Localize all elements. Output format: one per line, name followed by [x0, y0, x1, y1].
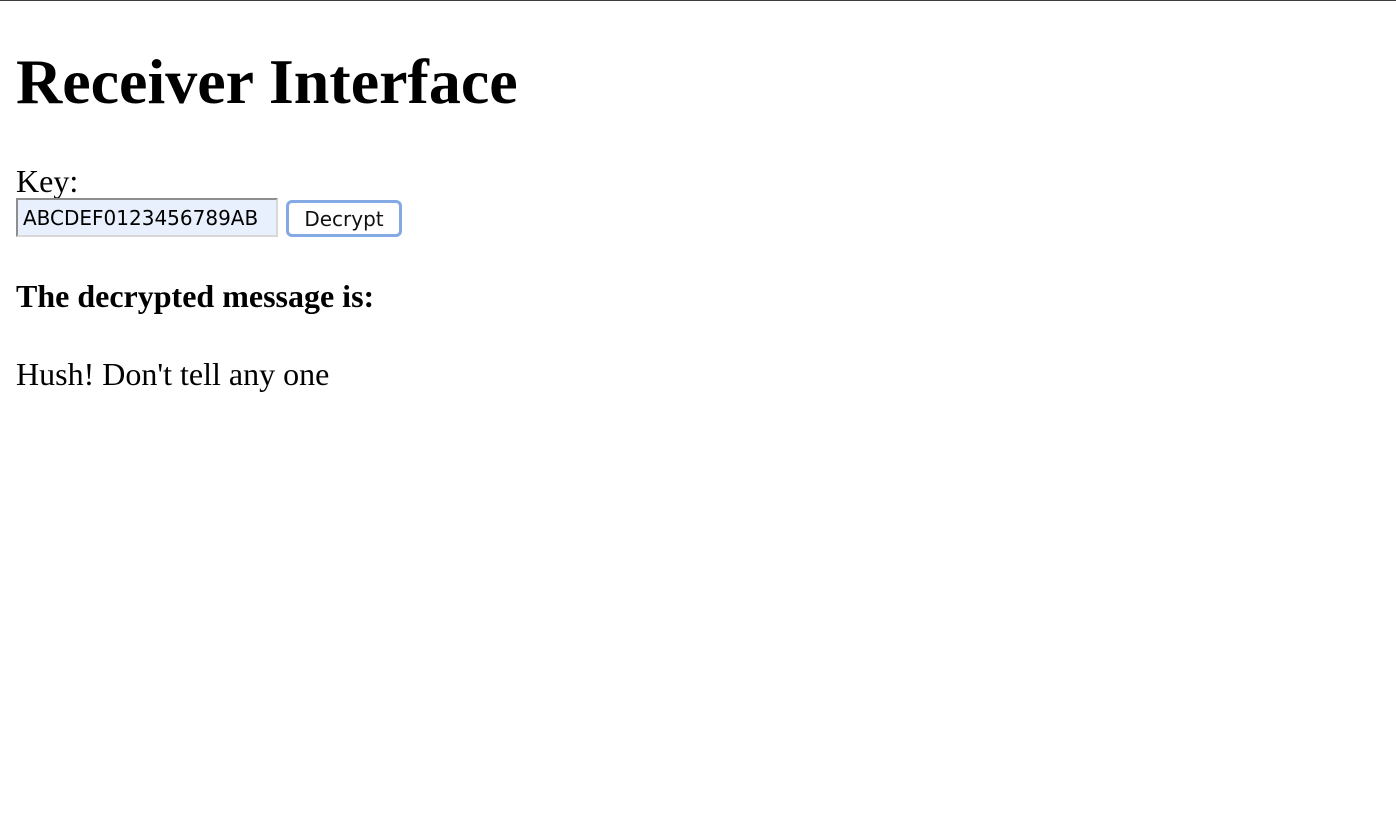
decrypted-message: Hush! Don't tell any one [16, 356, 330, 392]
top-border [0, 0, 1396, 1]
key-label: Key: [16, 163, 79, 199]
page-title: Receiver Interface [16, 46, 518, 117]
decrypt-button[interactable]: Decrypt [286, 200, 402, 237]
result-heading: The decrypted message is: [16, 278, 375, 314]
key-input[interactable] [16, 198, 278, 237]
